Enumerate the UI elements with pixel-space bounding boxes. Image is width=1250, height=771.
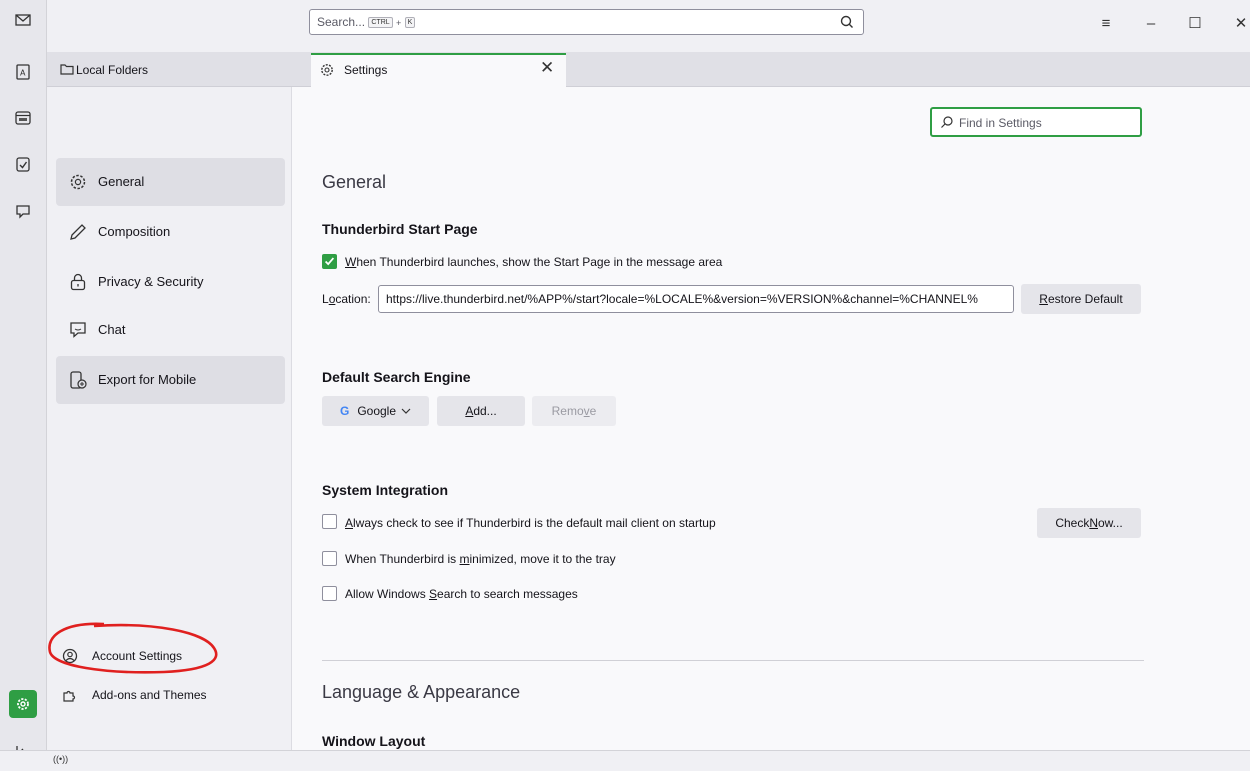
add-search-engine-button[interactable]: Add... (437, 396, 525, 426)
section-general-title: General (322, 172, 387, 192)
mail-icon[interactable] (9, 6, 37, 34)
tasks-icon[interactable] (9, 150, 37, 178)
nav-label: Privacy & Security (98, 274, 204, 289)
nav-label: General (98, 174, 145, 189)
nav-item-chat[interactable]: Chat (56, 306, 285, 354)
restore-default-button[interactable]: Restore Default (1021, 284, 1141, 314)
nav-item-composition[interactable]: Composition (56, 208, 285, 256)
default-client-checkbox[interactable] (322, 514, 337, 529)
nav-item-export-mobile[interactable]: Export for Mobile (56, 356, 285, 404)
account-icon (62, 648, 78, 664)
addons-themes-label: Add-ons and Themes (92, 688, 207, 702)
close-window-icon[interactable]: ✕ (1230, 12, 1250, 34)
online-status-icon[interactable]: ((•)) (53, 754, 68, 764)
search-placeholder: Search... CTRL + K (317, 15, 416, 29)
nav-item-general[interactable]: General (56, 158, 285, 206)
maximize-icon[interactable]: ☐ (1184, 12, 1206, 34)
search-icon[interactable] (839, 14, 855, 30)
calendar-icon[interactable] (9, 104, 37, 132)
kbd-plus: + (396, 18, 402, 28)
folder-pane-title: Local Folders (76, 63, 149, 77)
windows-search-checkbox[interactable] (322, 586, 337, 601)
settings-gear-icon[interactable] (9, 690, 37, 718)
nav-label: Export for Mobile (98, 372, 197, 387)
windows-search-label[interactable]: Allow Windows Search to search messages (345, 587, 578, 601)
section-language-title: Language & Appearance (322, 682, 521, 702)
location-value: https://live.thunderbird.net/%APP%/start… (386, 292, 978, 306)
settings-content (292, 87, 1250, 750)
nav-label: Composition (98, 224, 171, 239)
status-bar (0, 750, 1250, 771)
find-in-settings-input[interactable]: Find in Settings (930, 107, 1142, 137)
system-integration-heading: System Integration (322, 482, 449, 498)
folder-icon (60, 64, 74, 75)
find-placeholder: Find in Settings (959, 116, 1042, 130)
search-engine-heading: Default Search Engine (322, 369, 471, 385)
remove-search-engine-button[interactable]: Remo v e (532, 396, 616, 426)
mobile-export-icon (70, 371, 87, 389)
nav-label: Chat (98, 322, 126, 337)
gear-icon (70, 174, 86, 190)
search-icon (941, 116, 953, 128)
settings-tab-gear-icon (321, 64, 333, 76)
global-search-input[interactable]: Search... CTRL + K (309, 9, 864, 35)
kbd-ctrl: CTRL (368, 17, 393, 29)
search-engine-select[interactable]: G Google (322, 396, 429, 426)
account-settings-label: Account Settings (92, 649, 183, 663)
svg-text:A: A (20, 69, 26, 78)
minimize-to-tray-checkbox[interactable] (322, 551, 337, 566)
tab-close-icon[interactable]: ✕ (540, 58, 554, 78)
spaces-toolbar: A (0, 0, 47, 770)
checkmark-icon (324, 257, 335, 266)
chat-bubble-icon (70, 322, 86, 338)
default-client-label[interactable]: Always check to see if Thunderbird is th… (345, 516, 716, 530)
start-page-location-input[interactable]: https://live.thunderbird.net/%APP%/start… (378, 285, 1014, 313)
start-page-heading: Thunderbird Start Page (322, 221, 478, 237)
puzzle-icon (63, 690, 76, 702)
check-now-button[interactable]: Check Now... (1037, 508, 1141, 538)
window-layout-heading: Window Layout (322, 733, 426, 749)
search-engine-selected: Google (357, 404, 397, 418)
google-icon: G (339, 404, 350, 418)
start-page-checkbox-label[interactable]: When Thunderbird launches, show the Star… (345, 255, 722, 269)
address-book-icon[interactable]: A (9, 58, 37, 86)
lock-icon (70, 273, 86, 291)
chevron-down-icon (401, 408, 411, 414)
tab-label: Settings (344, 63, 388, 77)
section-divider (322, 660, 1144, 661)
nav-item-privacy[interactable]: Privacy & Security (56, 258, 285, 306)
start-page-checkbox[interactable] (322, 254, 337, 269)
chat-icon[interactable] (9, 197, 37, 225)
minimize-to-tray-label[interactable]: When Thunderbird is minimized, move it t… (345, 552, 616, 566)
kbd-k: K (404, 17, 416, 29)
location-label: Location: (322, 292, 371, 306)
pencil-icon (70, 224, 86, 240)
app-menu-icon[interactable]: ≡ (1095, 12, 1117, 34)
minimize-icon[interactable]: – (1140, 12, 1162, 34)
